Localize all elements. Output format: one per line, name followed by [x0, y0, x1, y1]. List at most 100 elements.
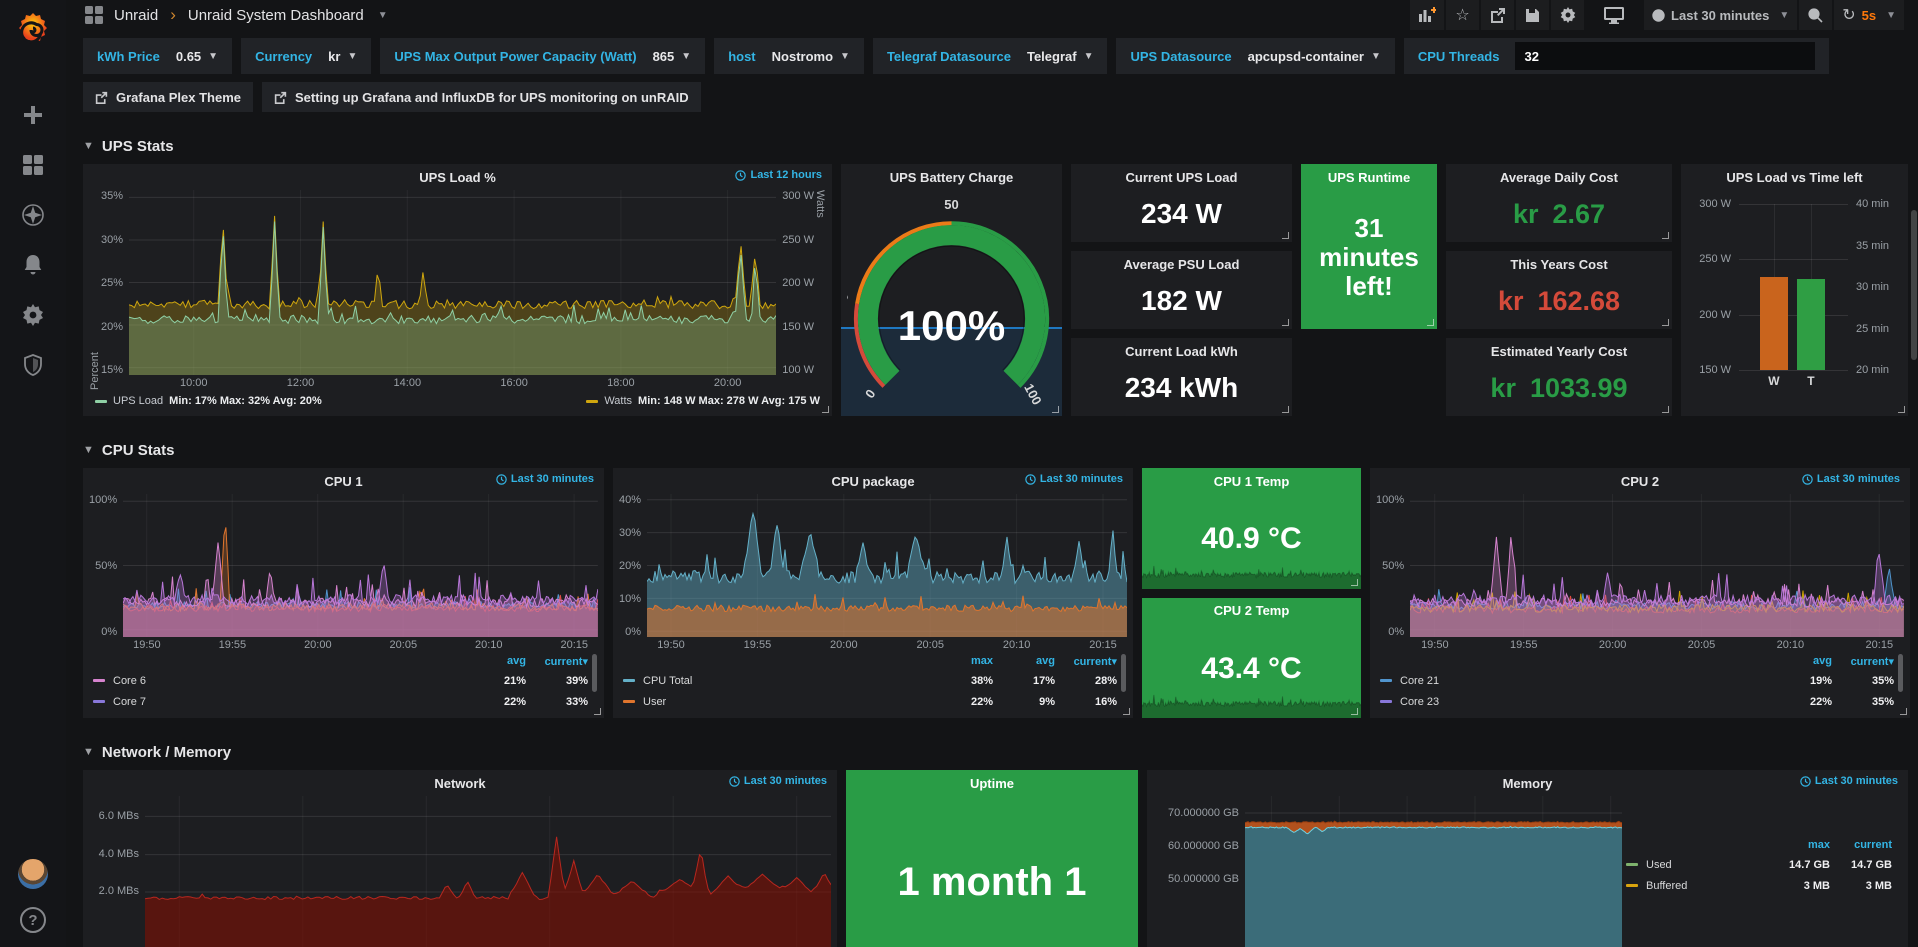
- series-toggle[interactable]: Core 21: [1380, 675, 1770, 687]
- network-chart[interactable]: [145, 796, 831, 947]
- panel-title[interactable]: Estimated Yearly Cost: [1491, 344, 1627, 359]
- panel-title[interactable]: Uptime: [970, 776, 1014, 791]
- legend-sort-current[interactable]: current▾: [1832, 655, 1894, 668]
- save-dashboard-button[interactable]: [1516, 0, 1549, 30]
- legend-sort-max[interactable]: max: [1768, 839, 1830, 851]
- cpu-package-chart[interactable]: [647, 494, 1127, 637]
- panel-title[interactable]: CPU 2 Temp: [1214, 603, 1290, 618]
- panel-title[interactable]: CPU 2: [1621, 474, 1659, 489]
- legend-scrollbar[interactable]: [592, 654, 597, 692]
- panel-title[interactable]: Network: [434, 776, 485, 791]
- time-override-badge[interactable]: Last 30 minutes: [1025, 473, 1123, 485]
- grafana-logo-icon[interactable]: [13, 10, 53, 50]
- apps-grid-icon[interactable]: [84, 5, 104, 25]
- legend-sort-max[interactable]: max: [931, 655, 993, 667]
- link-ups-monitoring-guide[interactable]: Setting up Grafana and InfluxDB for UPS …: [262, 82, 701, 112]
- page-scrollbar[interactable]: [1911, 210, 1917, 360]
- panel-title[interactable]: Current UPS Load: [1126, 170, 1238, 185]
- panel-title[interactable]: CPU 1 Temp: [1214, 474, 1290, 489]
- variable-value-dropdown[interactable]: apcupsd-container▼: [1248, 49, 1381, 64]
- panel-title[interactable]: UPS Load vs Time left: [1726, 170, 1862, 185]
- legend-scrollbar[interactable]: [1121, 654, 1126, 692]
- star-dashboard-button[interactable]: ☆: [1446, 0, 1479, 30]
- series-toggle[interactable]: Core 6: [93, 675, 464, 687]
- panel-cpu-package: CPU package Last 30 minutes 40%30%20%10%…: [613, 468, 1133, 718]
- variable-value-dropdown[interactable]: kr▼: [328, 49, 357, 64]
- time-override-badge[interactable]: Last 30 minutes: [496, 473, 594, 485]
- legend-item-watts[interactable]: WattsMin: 148 W Max: 278 W Avg: 175 W: [586, 395, 820, 407]
- legend-item-ups-load[interactable]: UPS LoadMin: 17% Max: 32% Avg: 20%: [95, 395, 322, 407]
- time-range-picker[interactable]: Last 30 minutes ▼: [1644, 0, 1797, 30]
- sidebar-item-explore[interactable]: [0, 190, 66, 240]
- variable-value-dropdown[interactable]: Nostromo▼: [772, 49, 850, 64]
- series-toggle[interactable]: Used: [1626, 859, 1768, 871]
- panel-memory: Memory Last 30 minutes 70.000000 GB60.00…: [1147, 770, 1908, 947]
- stat-value: 182 W: [1077, 277, 1286, 325]
- time-override-badge[interactable]: Last 30 minutes: [729, 775, 827, 787]
- help-icon[interactable]: ?: [20, 907, 46, 933]
- breadcrumb-org[interactable]: Unraid: [114, 7, 158, 24]
- legend-sort-avg[interactable]: avg: [993, 655, 1055, 667]
- legend-sort-current[interactable]: current▾: [526, 655, 588, 668]
- svg-text:50: 50: [944, 197, 958, 212]
- legend-sort-current[interactable]: current: [1830, 839, 1892, 851]
- user-avatar[interactable]: [18, 859, 48, 889]
- panel-title[interactable]: UPS Battery Charge: [890, 170, 1014, 185]
- dashboard-dropdown-caret-icon[interactable]: ▼: [378, 10, 388, 21]
- link-grafana-plex-theme[interactable]: Grafana Plex Theme: [83, 82, 253, 112]
- stat-value: 1 month 1: [852, 860, 1132, 905]
- cpu-threads-input[interactable]: [1515, 42, 1815, 70]
- share-dashboard-button[interactable]: [1481, 0, 1514, 30]
- bar-time-left[interactable]: [1797, 279, 1825, 370]
- refresh-interval-caret-icon[interactable]: ▼: [1886, 10, 1896, 21]
- add-panel-button[interactable]: [1410, 0, 1444, 30]
- sidebar-item-create[interactable]: [0, 90, 66, 140]
- cycle-view-mode-button[interactable]: [1596, 0, 1632, 30]
- series-toggle[interactable]: CPU Total: [623, 675, 931, 687]
- panel-title[interactable]: CPU 1: [324, 474, 362, 489]
- x-axis: 19:5019:5520:0020:0520:1020:15: [647, 637, 1127, 652]
- variable-value-dropdown[interactable]: 0.65▼: [176, 49, 218, 64]
- panel-title[interactable]: CPU package: [831, 474, 914, 489]
- legend-sort-current[interactable]: current▾: [1055, 655, 1117, 668]
- variable-value-dropdown[interactable]: 865▼: [653, 49, 692, 64]
- cpu2-chart[interactable]: [1410, 494, 1904, 637]
- ups-load-chart[interactable]: [129, 190, 776, 375]
- time-override-badge[interactable]: Last 30 minutes: [1800, 775, 1898, 787]
- breadcrumb-dashboard-title[interactable]: Unraid System Dashboard: [188, 7, 364, 24]
- section-cpu-stats[interactable]: ▼CPU Stats: [83, 432, 1910, 468]
- cpu1-chart[interactable]: [123, 494, 598, 637]
- variable-ups-datasource: UPS Datasource apcupsd-container▼: [1116, 38, 1394, 74]
- y-axis-title-right: Watts: [814, 190, 826, 390]
- sidebar-item-dashboards[interactable]: [0, 140, 66, 190]
- series-toggle[interactable]: Buffered: [1626, 880, 1768, 892]
- zoom-out-time-button[interactable]: [1799, 0, 1832, 30]
- sidebar-item-configuration[interactable]: [0, 290, 66, 340]
- memory-chart[interactable]: [1245, 796, 1622, 947]
- section-network-memory[interactable]: ▼Network / Memory: [83, 734, 1910, 770]
- sidebar-item-server-admin[interactable]: [0, 340, 66, 390]
- legend-sort-avg[interactable]: avg: [464, 655, 526, 667]
- time-override-badge[interactable]: Last 12 hours: [735, 169, 822, 181]
- panel-title[interactable]: Memory: [1503, 776, 1553, 791]
- variable-value-dropdown[interactable]: Telegraf▼: [1027, 49, 1094, 64]
- panel-title[interactable]: UPS Runtime: [1328, 170, 1410, 185]
- dashboard-settings-button[interactable]: [1551, 0, 1584, 30]
- panel-title[interactable]: Current Load kWh: [1125, 344, 1238, 359]
- panel-title[interactable]: UPS Load %: [419, 170, 496, 185]
- y-axis-left: 35%30%25%20%15%: [101, 190, 129, 390]
- series-toggle[interactable]: Core 23: [1380, 696, 1770, 708]
- legend-sort-avg[interactable]: avg: [1770, 655, 1832, 667]
- series-toggle[interactable]: User: [623, 696, 931, 708]
- panel-title[interactable]: This Years Cost: [1510, 257, 1607, 272]
- refresh-button[interactable]: ↻ 5s ▼: [1834, 0, 1904, 30]
- bar-watts[interactable]: [1760, 277, 1788, 370]
- sidebar-item-alerting[interactable]: [0, 240, 66, 290]
- time-override-badge[interactable]: Last 30 minutes: [1802, 473, 1900, 485]
- legend-scrollbar[interactable]: [1898, 654, 1903, 692]
- section-ups-stats[interactable]: ▼UPS Stats: [83, 128, 1910, 164]
- panel-title[interactable]: Average Daily Cost: [1500, 170, 1618, 185]
- legend-row: CPU Total38%17%28%: [623, 670, 1117, 691]
- series-toggle[interactable]: Core 7: [93, 696, 464, 708]
- panel-title[interactable]: Average PSU Load: [1124, 257, 1240, 272]
